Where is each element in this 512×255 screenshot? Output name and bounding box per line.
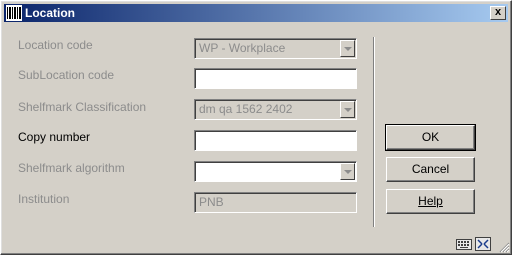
vertical-divider (373, 37, 375, 227)
location-dialog: Location x Location code WP - Workplace … (0, 0, 512, 255)
shelfmark-classification-dropdown[interactable]: dm qa 1562 2402 (194, 99, 357, 120)
shelfmark-classification-label: Shelfmark Classification (18, 100, 147, 114)
location-code-label: Location code (18, 38, 93, 52)
chevron-down-icon[interactable] (340, 163, 355, 180)
title-bar[interactable]: Location x (4, 4, 508, 22)
shelfmark-algorithm-label: Shelfmark algorithm (18, 161, 125, 175)
shelfmark-classification-value: dm qa 1562 2402 (199, 102, 293, 116)
resize-icon[interactable] (475, 237, 491, 251)
window-title: Location (25, 6, 75, 20)
copy-number-label: Copy number (18, 130, 91, 144)
keyboard-icon[interactable] (456, 237, 472, 251)
ok-button[interactable]: OK (385, 124, 476, 151)
sublocation-code-field[interactable] (194, 68, 357, 89)
location-code-value: WP - Workplace (199, 41, 286, 55)
location-code-dropdown[interactable]: WP - Workplace (194, 38, 357, 59)
help-button[interactable]: Help (386, 189, 475, 214)
chevron-down-icon[interactable] (340, 40, 355, 57)
size-grip-icon[interactable] (498, 241, 510, 253)
chevron-down-icon[interactable] (340, 101, 355, 118)
copy-number-field[interactable] (194, 130, 357, 151)
institution-label: Institution (18, 192, 70, 206)
shelfmark-algorithm-dropdown[interactable] (194, 161, 357, 182)
sublocation-code-label: SubLocation code (18, 68, 115, 82)
barcode-icon (6, 5, 22, 21)
institution-field: PNB (194, 192, 357, 213)
close-button[interactable]: x (490, 6, 506, 20)
cancel-button[interactable]: Cancel (386, 157, 475, 182)
